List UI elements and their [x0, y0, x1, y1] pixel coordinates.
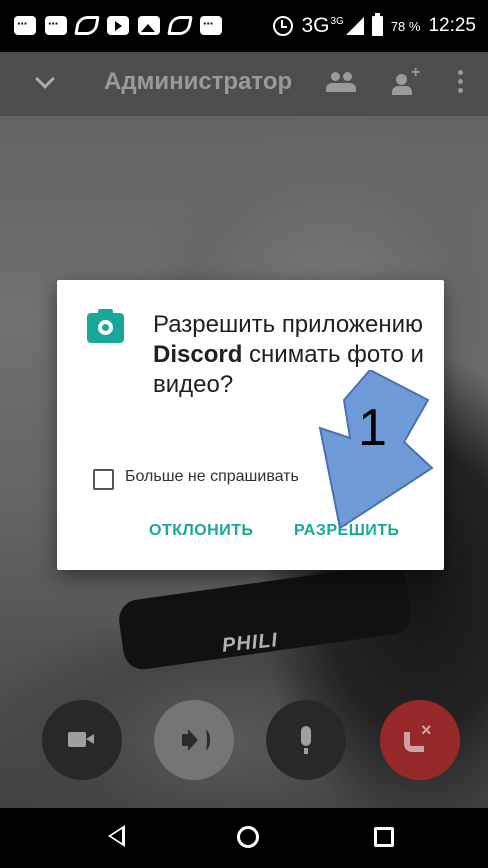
- dont-ask-again-label[interactable]: Больше не спрашивать: [125, 468, 299, 486]
- message-notification-icon: [14, 16, 36, 35]
- leaf-notification-icon: [167, 16, 193, 35]
- home-icon[interactable]: [237, 826, 259, 848]
- status-indicators: 3G3G 78 % 12:25: [273, 13, 476, 38]
- more-options-icon[interactable]: [458, 70, 464, 98]
- chevron-down-icon[interactable]: [35, 69, 55, 89]
- navigation-bar: [0, 808, 488, 868]
- back-icon[interactable]: [108, 825, 125, 847]
- youtube-notification-icon: [107, 16, 129, 35]
- camera-icon: [87, 309, 124, 343]
- channel-title: Администратор: [104, 68, 293, 95]
- members-icon[interactable]: [326, 72, 356, 96]
- discord-notification-icon: [200, 16, 222, 35]
- call-toolbar: Администратор +: [0, 52, 488, 116]
- deny-button[interactable]: ОТКЛОНИТЬ: [149, 522, 253, 540]
- leaf-notification-icon: [74, 16, 100, 35]
- clock: 12:25: [428, 15, 476, 36]
- annotation-label: 1: [358, 399, 387, 457]
- add-person-icon[interactable]: +: [392, 64, 422, 96]
- alarm-icon: [273, 16, 294, 36]
- image-notification-icon: [138, 16, 160, 35]
- recents-icon[interactable]: [374, 827, 394, 847]
- chat-notification-icon: [45, 16, 67, 35]
- battery-icon: [371, 13, 383, 36]
- dont-ask-again-checkbox[interactable]: [93, 469, 114, 490]
- app-name: Discord: [153, 341, 243, 368]
- battery-percent: 78 %: [390, 18, 421, 34]
- notification-icons: [14, 16, 222, 35]
- network-type: 3G3G: [301, 14, 344, 37]
- status-bar: 3G3G 78 % 12:25: [0, 0, 488, 52]
- signal-icon: [345, 17, 364, 35]
